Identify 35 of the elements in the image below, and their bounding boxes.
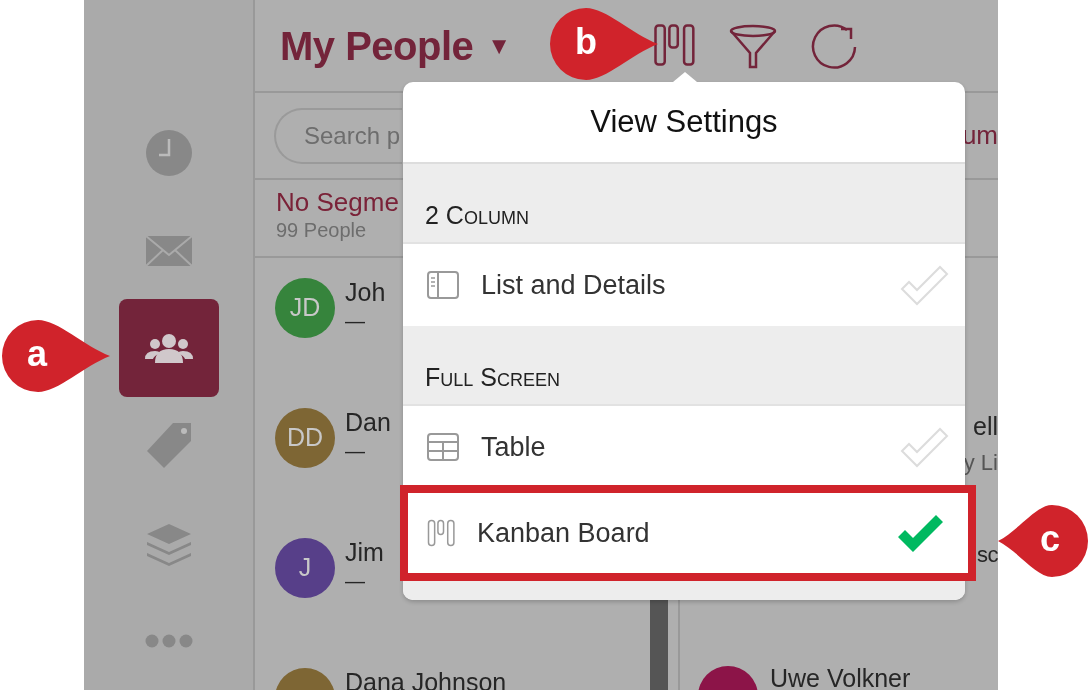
people-icon[interactable]	[144, 332, 193, 365]
sidebar-item[interactable]	[118, 299, 219, 397]
person-name[interactable]: Dan	[345, 408, 391, 436]
option-label: Table	[481, 430, 547, 464]
table-icon	[427, 433, 459, 461]
view-option[interactable]: List and Details	[403, 244, 965, 326]
callout-label: c	[1040, 517, 1061, 561]
page-title: My People	[280, 22, 474, 70]
option-label: Kanban Board	[477, 516, 651, 550]
person-name[interactable]: Jim	[345, 538, 384, 566]
section-heading: Full Screen	[403, 326, 965, 406]
view-option[interactable]: Table	[403, 406, 965, 488]
people-count: 99 People	[276, 218, 368, 242]
person-name[interactable]: sc	[977, 538, 998, 571]
person-detail: —	[345, 439, 366, 464]
person-detail: —	[345, 309, 366, 334]
person-name[interactable]: ell	[973, 408, 998, 446]
person-name[interactable]: Joh	[345, 278, 386, 306]
kanban-icon	[427, 519, 455, 547]
view-option[interactable]: Kanban Board	[400, 485, 976, 581]
person-name[interactable]: Uwe Volkner	[770, 666, 911, 690]
person-detail: —	[345, 569, 366, 594]
avatar: DD	[275, 408, 335, 468]
callout-label: a	[27, 332, 48, 376]
avatar: J	[275, 538, 335, 598]
avatar: JD	[275, 278, 335, 338]
section-heading: 2 Column	[403, 164, 965, 244]
filter-icon[interactable]	[729, 22, 778, 69]
list-details-icon	[427, 271, 459, 299]
callout-label: b	[575, 20, 597, 64]
dropdown-caret[interactable]: ▼	[487, 27, 512, 64]
search-field[interactable]: Search p	[274, 107, 402, 164]
scrollbar-thumb[interactable]	[650, 598, 668, 690]
kanban-icon[interactable]	[653, 22, 696, 67]
option-label: List and Details	[481, 268, 667, 302]
